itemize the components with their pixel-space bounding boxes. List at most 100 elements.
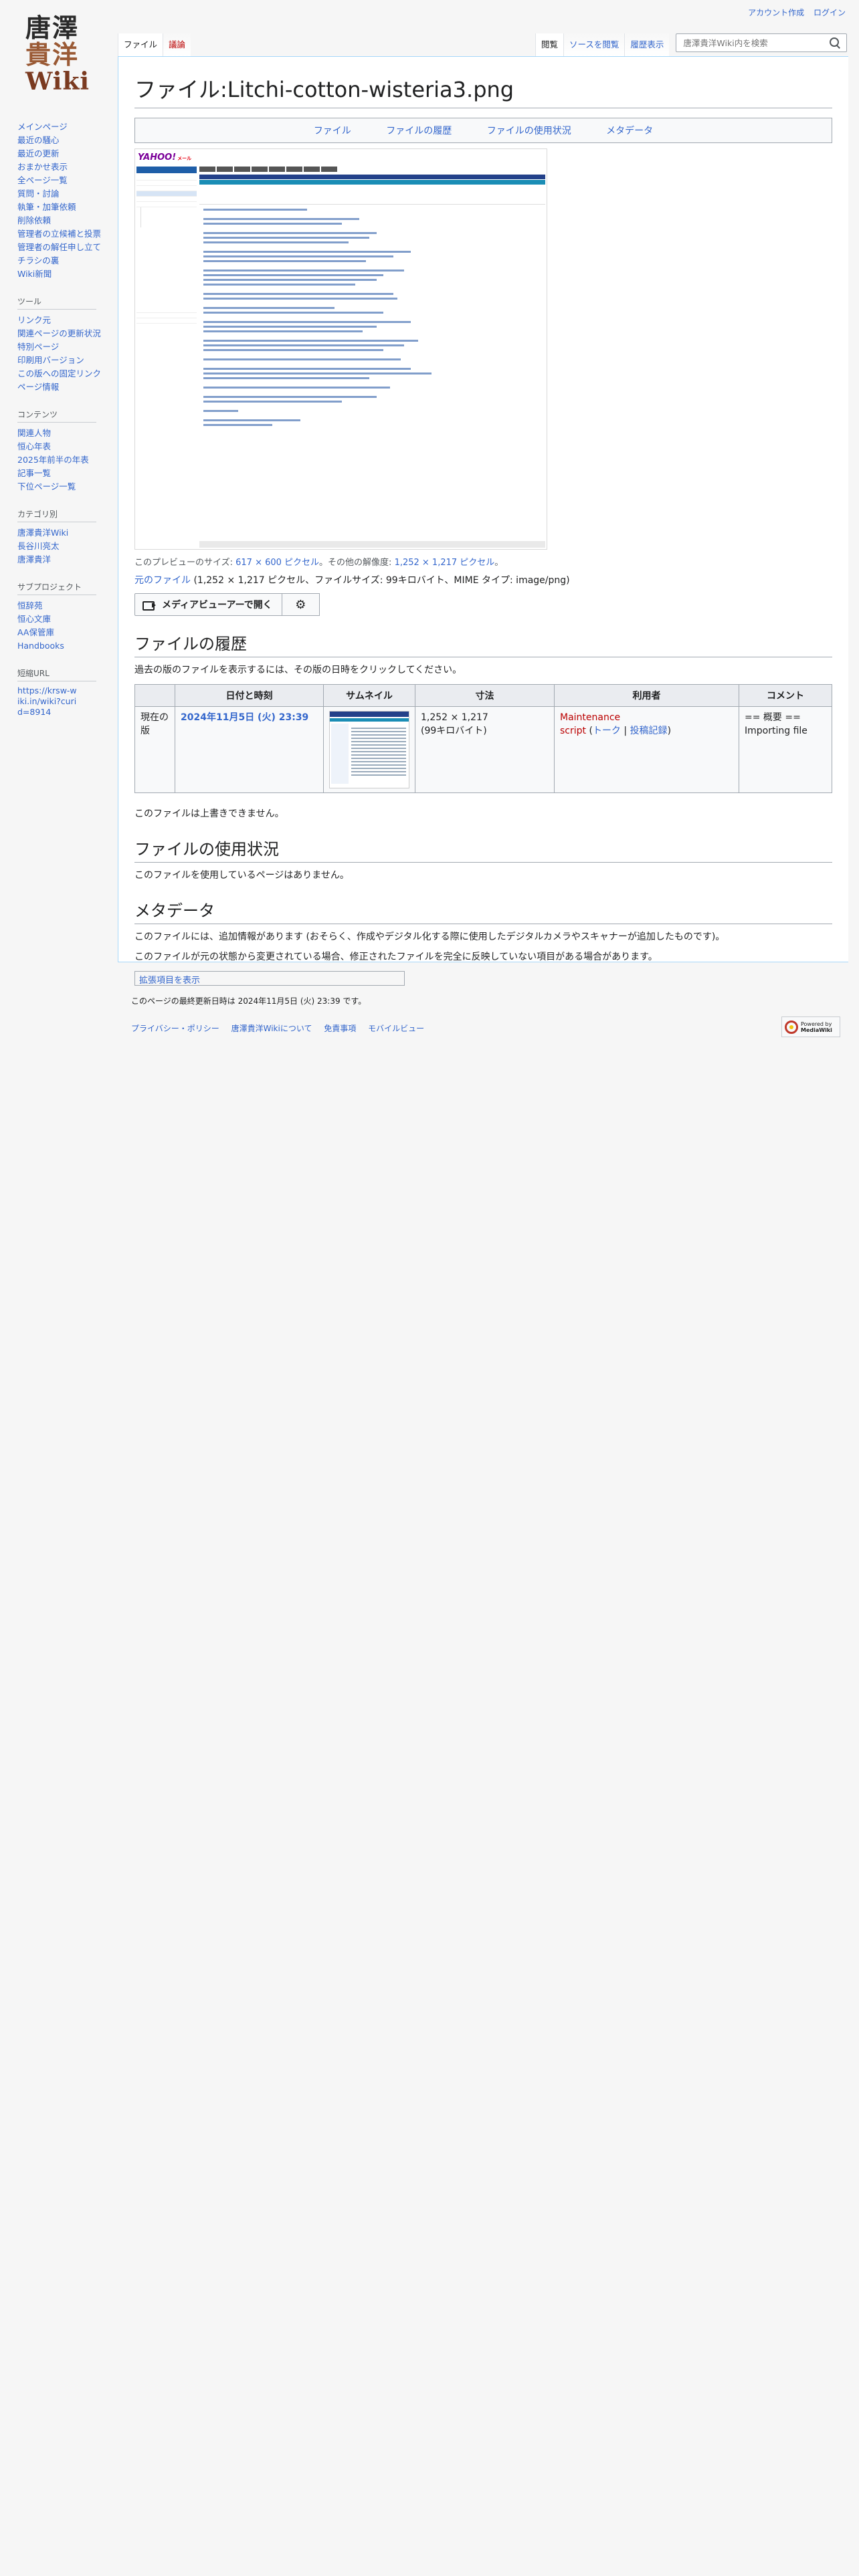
sidebar-item-timeline-2025[interactable]: 2025年前半の年表 [17, 455, 89, 465]
history-heading: ファイルの履歴 [134, 631, 832, 657]
toc-file[interactable]: ファイル [314, 126, 351, 136]
sidebar-item-whatlinkshere[interactable]: リンク元 [17, 315, 51, 325]
gear-icon: ⚙ [295, 597, 306, 612]
sidebar-shorturl-heading: 短縮URL [17, 667, 96, 681]
footer-privacy-link[interactable]: プライバシー・ポリシー [131, 1024, 219, 1033]
sidebar: メインページ 最近の騒心 最近の更新 おまかせ表示 全ページ一覧 質問・討論 執… [17, 120, 111, 732]
sidebar-item-people[interactable]: 関連人物 [17, 428, 51, 438]
row-user-link-part1: Maintenance [560, 712, 621, 723]
tab-view-source[interactable]: ソースを閲覧 [563, 33, 625, 56]
row-status: 現在の版 [134, 706, 175, 793]
sidebar-item-cat-karasawa[interactable]: 唐澤貴洋 [17, 554, 51, 564]
logo-line-3: Wiki [25, 68, 90, 96]
sidebar-tools-heading: ツール [17, 296, 96, 310]
row-user-link-part2: script [560, 726, 587, 736]
sidebar-shorturl: 短縮URL https://krsw-wiki.in/wiki?curid=89… [17, 667, 111, 718]
other-res-link[interactable]: 1,252 × 1,217 ピクセル [395, 558, 495, 568]
preview-size-prefix: このプレビューのサイズ: [134, 558, 236, 568]
mediaviewer-controls: メディアビューアーで開く ⚙ [134, 593, 832, 616]
sidebar-shorturl-link[interactable]: https://krsw-wiki.in/wiki?curid=8914 [17, 685, 79, 718]
toc-usage[interactable]: ファイルの使用状況 [487, 126, 571, 136]
sidebar-item-chirashi[interactable]: チラシの裏 [17, 255, 59, 265]
original-file-info: 元のファイル (1,252 × 1,217 ピクセル、ファイルサイズ: 99キロ… [134, 573, 832, 586]
sidebar-item-page-info[interactable]: ページ情報 [17, 382, 59, 392]
tab-history[interactable]: 履歴表示 [624, 33, 670, 56]
original-file-details: (1,252 × 1,217 ピクセル、ファイルサイズ: 99キロバイト、MIM… [191, 575, 570, 586]
row-user-contribs-link[interactable]: 投稿記録 [630, 726, 668, 736]
footer-about-link[interactable]: 唐澤貴洋Wikiについて [231, 1024, 312, 1033]
sidebar-item-wiki-news[interactable]: Wiki新聞 [17, 269, 52, 279]
sidebar-item-recent-changes[interactable]: 最近の更新 [17, 148, 60, 158]
create-account-link[interactable]: アカウント作成 [748, 8, 804, 17]
sidebar-item-all-pages[interactable]: 全ページ一覧 [17, 175, 68, 185]
file-preview-image[interactable]: YAHOO! メール [134, 148, 547, 550]
footer-mobile-link[interactable]: モバイルビュー [368, 1024, 424, 1033]
usage-text: このファイルを使用しているページはありません。 [134, 870, 349, 881]
sidebar-tools: ツール リンク元 関連ページの更新状況 特別ページ 印刷用バージョン この版への… [17, 296, 111, 394]
mediaviewer-settings-button[interactable]: ⚙ [282, 593, 320, 616]
site-logo[interactable]: 唐澤 貴洋 Wiki [25, 15, 95, 96]
footer-disclaimer-link[interactable]: 免責事項 [324, 1024, 356, 1033]
sidebar-item-cat-hasegawa[interactable]: 長谷川亮太 [17, 541, 60, 551]
table-row: 現在の版 2024年11月5日 (火) 23:39 1,252 × 1,217 … [134, 706, 832, 793]
sidebar-item-koujien[interactable]: 恒辞苑 [17, 601, 43, 611]
view-tabs: 閲覧 ソースを閲覧 履歴表示 [535, 33, 848, 56]
login-link[interactable]: ログイン [814, 8, 846, 17]
row-dimensions: 1,252 × 1,217 [421, 712, 488, 723]
sidebar-item-permalink[interactable]: この版への固定リンク [17, 368, 101, 379]
tab-file[interactable]: ファイル [118, 33, 163, 56]
search-icon[interactable] [829, 37, 841, 49]
preview-main-pane [199, 167, 545, 548]
open-mediaviewer-button[interactable]: メディアビューアーで開く [134, 593, 282, 616]
search-input[interactable] [682, 37, 830, 49]
sidebar-navigation: メインページ 最近の騒心 最近の更新 おまかせ表示 全ページ一覧 質問・討論 執… [17, 120, 111, 281]
sidebar-item-special-pages[interactable]: 特別ページ [17, 342, 59, 352]
tab-read-label: 閲覧 [541, 39, 559, 49]
sidebar-item-random[interactable]: おまかせ表示 [17, 162, 68, 172]
toc-metadata[interactable]: メタデータ [606, 126, 653, 136]
sidebar-item-admin-removal[interactable]: 管理者の解任申し立て [17, 242, 101, 252]
sidebar-item-recent-events[interactable]: 最近の騒心 [17, 135, 60, 145]
sidebar-item-cat-wiki[interactable]: 唐澤貴洋Wiki [17, 528, 68, 538]
sidebar-item-timeline[interactable]: 恒心年表 [17, 441, 51, 451]
powered-line-2: MediaWiki [801, 1027, 832, 1033]
sidebar-item-related-changes[interactable]: 関連ページの更新状況 [17, 328, 101, 338]
sidebar-item-admin-election[interactable]: 管理者の立候補と投票 [17, 229, 101, 239]
powered-by-mediawiki-badge[interactable]: Powered by MediaWiki [781, 1016, 840, 1037]
col-user: 利用者 [554, 684, 739, 707]
row-filesize: (99キロバイト) [421, 726, 487, 736]
metadata-expand-toggle[interactable]: 拡張項目を表示 [134, 971, 405, 986]
tab-view-source-label: ソースを閲覧 [569, 39, 619, 49]
sidebar-item-aa[interactable]: AA保管庫 [17, 627, 54, 637]
row-user-talk-link[interactable]: トーク [593, 726, 621, 736]
row-comment-2: Importing file [745, 726, 807, 736]
preview-size-link[interactable]: 617 × 600 ピクセル [235, 558, 319, 568]
row-thumbnail[interactable] [329, 711, 409, 788]
tab-read[interactable]: 閲覧 [535, 33, 564, 56]
sidebar-item-printable[interactable]: 印刷用バージョン [17, 355, 84, 365]
metadata-text-1: このファイルには、追加情報があります (おそらく、作成やデジタル化する際に使用し… [134, 932, 725, 942]
sidebar-item-requests[interactable]: 執筆・加筆依頼 [17, 202, 76, 212]
sidebar-item-subpages[interactable]: 下位ページ一覧 [17, 481, 76, 492]
sidebar-item-handbooks[interactable]: Handbooks [17, 641, 64, 651]
sidebar-item-main-page[interactable]: メインページ [17, 122, 68, 132]
sidebar-category-heading: カテゴリ別 [17, 508, 96, 522]
sidebar-item-koushin-bunko[interactable]: 恒心文庫 [17, 614, 51, 624]
preview-logo-sub: メール [177, 155, 192, 161]
tab-history-label: 履歴表示 [630, 39, 664, 49]
sidebar-item-deletion[interactable]: 削除依頼 [17, 215, 51, 225]
file-history-table: 日付と時刻 サムネイル 寸法 利用者 コメント 現在の版 2024年11月5日 … [134, 684, 832, 793]
col-dimensions: 寸法 [415, 684, 555, 707]
row-datetime-link[interactable]: 2024年11月5日 (火) 23:39 [181, 712, 308, 723]
tab-discussion-label: 議論 [169, 39, 186, 49]
toc-history[interactable]: ファイルの履歴 [386, 126, 452, 136]
sidebar-item-article-list[interactable]: 記事一覧 [17, 468, 51, 478]
metadata-heading: メタデータ [134, 897, 832, 924]
last-modified: このページの最終更新日時は 2024年11月5日 (火) 23:39 です。 [131, 996, 367, 1006]
original-file-link[interactable]: 元のファイル [134, 575, 191, 586]
history-description: 過去の版のファイルを表示するには、その版の日時をクリックしてください。 [134, 665, 462, 675]
main-content: ファイル:Litchi-cotton-wisteria3.png ファイル ファ… [118, 56, 848, 986]
tab-discussion[interactable]: 議論 [163, 33, 191, 56]
sidebar-item-questions[interactable]: 質問・討論 [17, 189, 60, 199]
metadata-expand-link[interactable]: 拡張項目を表示 [139, 976, 200, 986]
